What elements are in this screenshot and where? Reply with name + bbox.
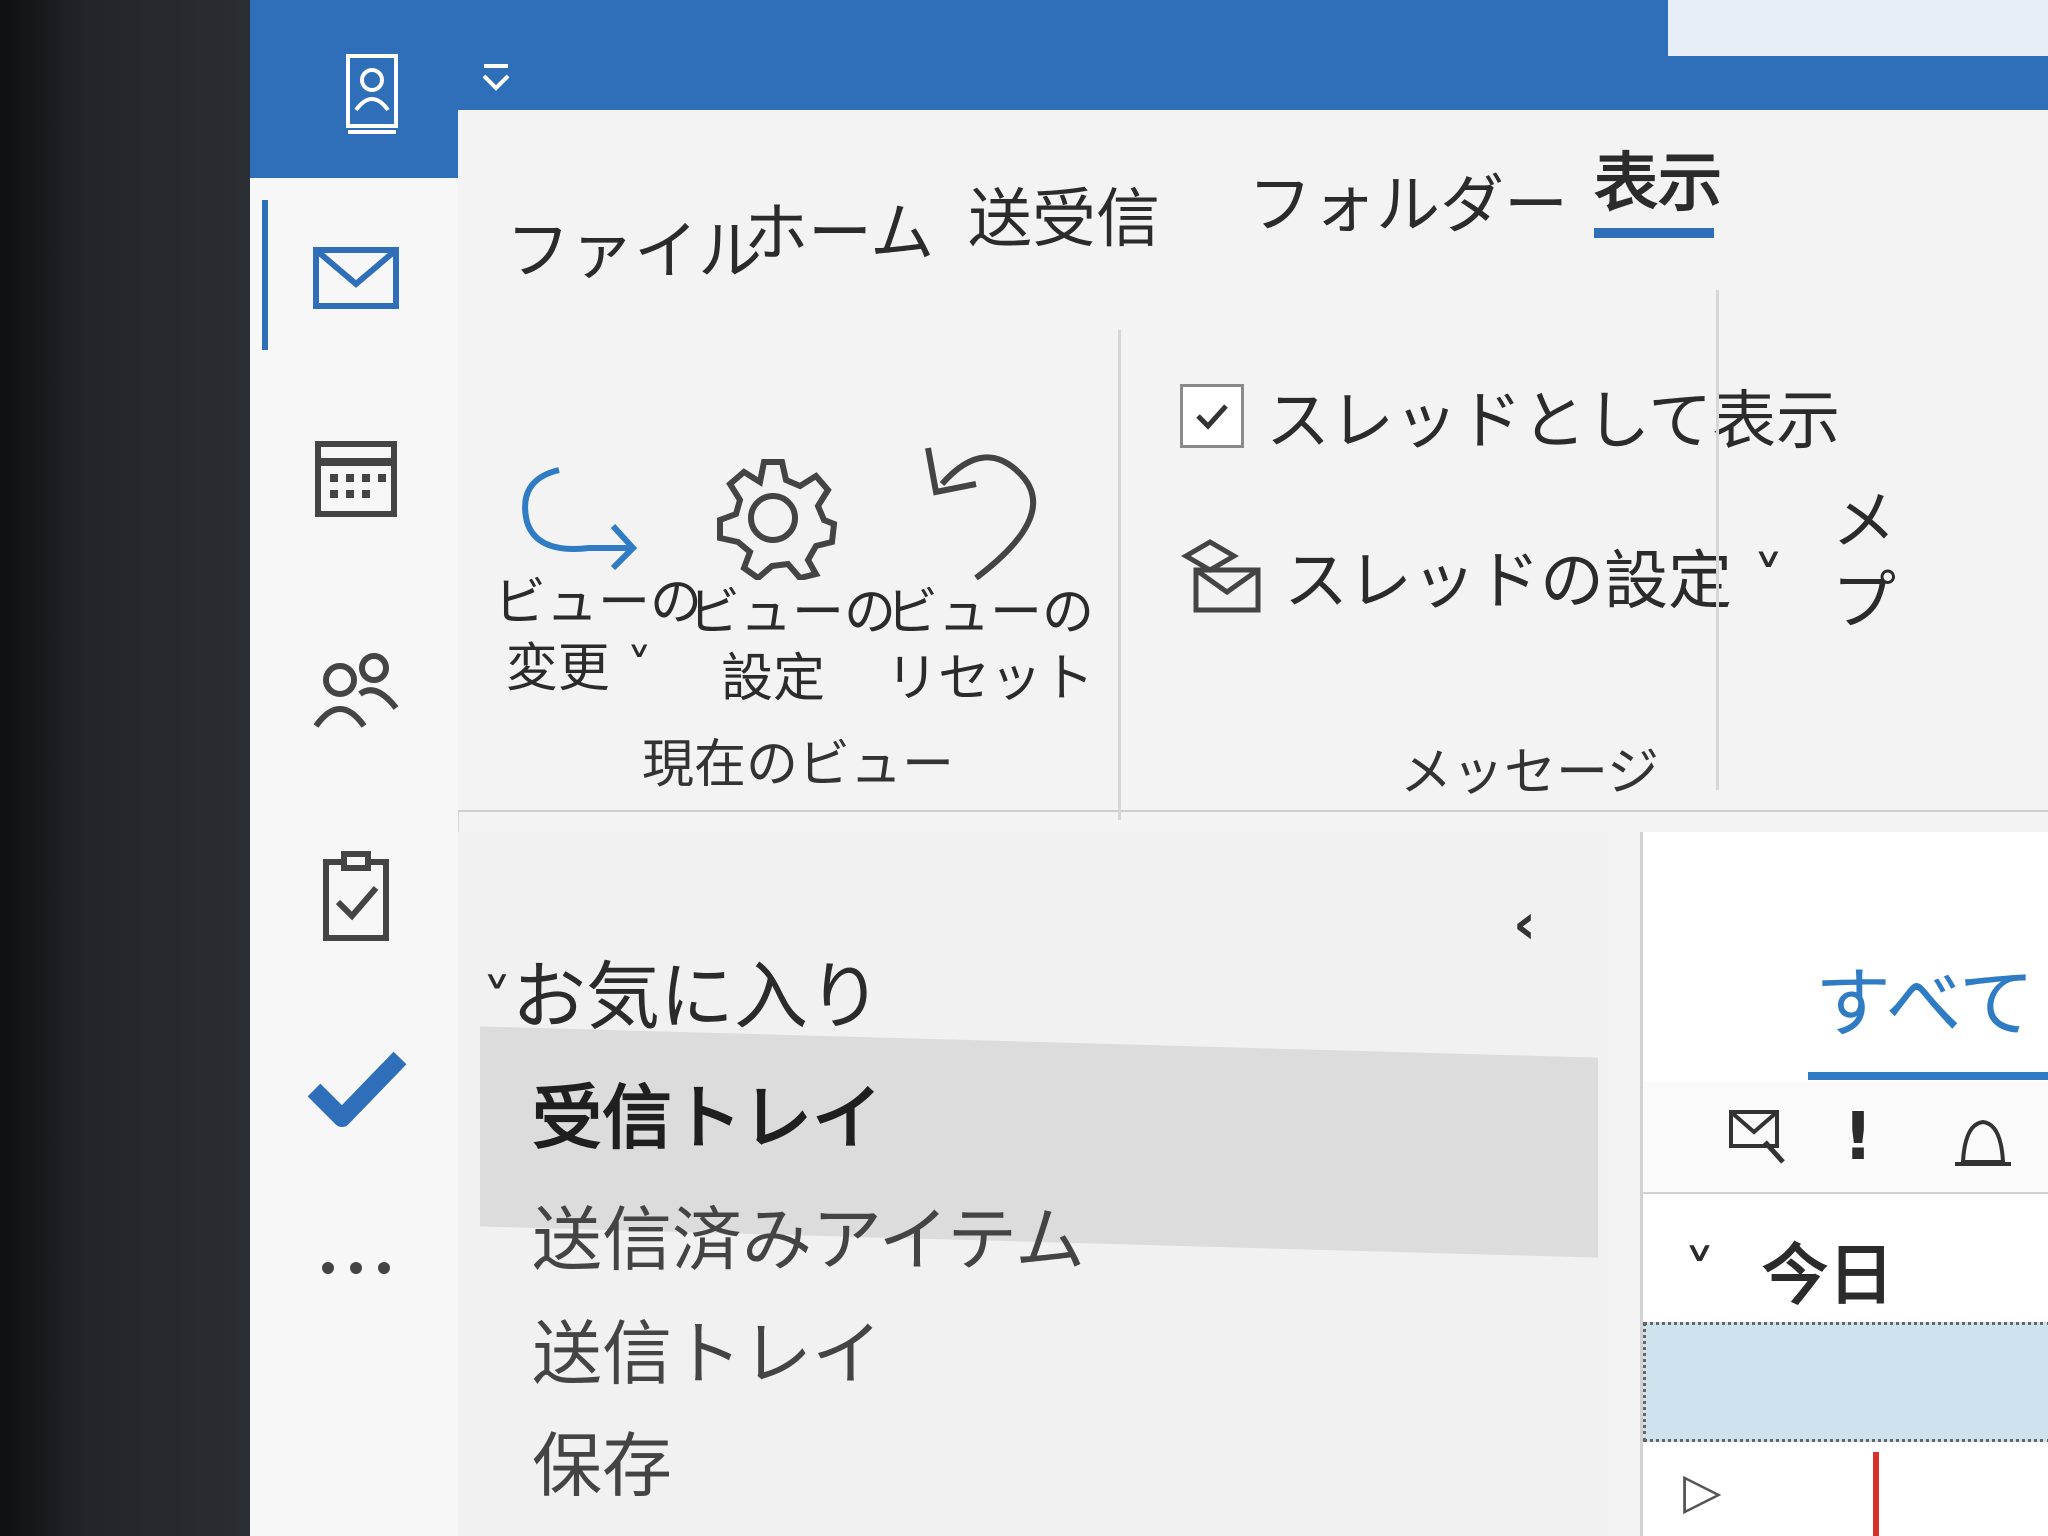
folder-pane: ‹ ˅お気に入り 受信トレイ 送信済みアイテム 送信トレイ 保存: [458, 832, 1608, 1536]
quick-access-dropdown-icon[interactable]: [476, 60, 516, 100]
folder-item-sent-items[interactable]: 送信済みアイテム: [532, 1184, 1085, 1285]
change-view-label-2: 変更 ˅: [505, 639, 653, 699]
checkmark-icon: [1196, 404, 1228, 430]
change-view-label-1: ビューの: [494, 573, 703, 633]
change-view-button[interactable]: ビューの 変更 ˅: [494, 450, 703, 702]
reset-view-icon: [925, 447, 1036, 580]
importance-flag-mark: [1873, 1452, 1879, 1536]
monitor-bezel: [0, 0, 250, 1536]
group-label-current-view: 現在のビュー: [642, 735, 955, 795]
group-separator: [1716, 290, 1719, 790]
tab-folder[interactable]: フォルダー: [1248, 154, 1568, 246]
filter-all-tab[interactable]: すべて: [1815, 942, 2035, 1052]
search-box[interactable]: [1668, 0, 2048, 56]
message-row[interactable]: ▷: [1643, 1452, 2048, 1536]
ribbon-tabs: ファイル ホーム 送受信 フォルダー 表示: [458, 110, 2048, 289]
group-today-label: 今日: [1761, 1237, 1894, 1314]
tab-home[interactable]: ホーム: [744, 182, 934, 274]
folder-item-inbox[interactable]: 受信トレイ: [532, 1062, 882, 1163]
favorites-label: お気に入り: [512, 954, 882, 1040]
tasks-icon[interactable]: [306, 846, 406, 946]
show-as-conversations-label: スレッドとして表示: [1266, 385, 1841, 459]
filter-underline: [1808, 1072, 2048, 1080]
group-header-today[interactable]: ˅ 今日: [1683, 1222, 1894, 1318]
group-separator: [1118, 330, 1121, 820]
active-tab-underline: [1594, 228, 1714, 238]
importance-icon[interactable]: !: [1843, 1098, 1873, 1175]
folder-item-archive[interactable]: 保存: [532, 1410, 672, 1511]
tab-view[interactable]: 表示: [1594, 132, 1722, 224]
conversation-settings-label: スレッドの設定 ˅: [1284, 545, 1785, 619]
ribbon: ファイル ホーム 送受信 フォルダー 表示 ビューの 変更 ˅ ビューの 設定 …: [458, 110, 2048, 820]
reminder-bell-icon[interactable]: [1943, 1108, 2023, 1178]
chevron-down-icon: ˅: [1683, 1237, 1716, 1314]
ribbon-body: ビューの 変更 ˅ ビューの 設定 ビューの リセット 現在のビュー スレッドと…: [458, 290, 2048, 820]
view-settings-label-1: ビューの: [688, 583, 897, 643]
collapse-pane-icon[interactable]: ‹: [1513, 892, 1536, 957]
tab-file[interactable]: ファイル: [506, 200, 762, 292]
conversation-settings-icon: [1181, 539, 1261, 613]
calendar-icon[interactable]: [306, 426, 406, 526]
show-as-conversations-checkbox[interactable]: [1180, 384, 1244, 448]
view-settings-label-2: 設定: [720, 649, 825, 709]
folder-item-outbox[interactable]: 送信トレイ: [532, 1298, 882, 1399]
group-label-messages: メッセージ: [1400, 743, 1659, 803]
expand-arrow-icon[interactable]: ▷: [1683, 1462, 1721, 1520]
message-row-selected[interactable]: [1643, 1322, 2048, 1442]
reset-view-label-2: リセット: [886, 649, 1095, 709]
next-group-label-partial-1: メ: [1832, 485, 1896, 559]
mail-icon[interactable]: [306, 228, 406, 328]
todo-check-icon[interactable]: [306, 1038, 407, 1138]
nav-active-indicator: [262, 200, 268, 350]
tab-send-receive[interactable]: 送受信: [968, 168, 1160, 260]
outlook-window: ファイル ホーム 送受信 フォルダー 表示 ビューの 変更 ˅ ビューの 設定 …: [250, 0, 2048, 1536]
reset-view-button[interactable]: ビューの リセット: [886, 440, 1095, 712]
nav-rail: [250, 178, 459, 1536]
reset-view-label-1: ビューの: [886, 583, 1095, 643]
people-icon[interactable]: [306, 638, 406, 738]
change-view-icon: [522, 467, 638, 570]
more-icon[interactable]: [306, 1238, 406, 1338]
show-as-conversations-toggle[interactable]: スレッドとして表示: [1180, 370, 1840, 462]
gear-icon: [717, 459, 838, 580]
address-book-icon[interactable]: [342, 50, 402, 140]
message-list: すべて ! ˅ 今日 ▷: [1640, 832, 2048, 1536]
column-header-row: !: [1643, 1082, 2048, 1194]
envelope-status-icon[interactable]: [1725, 1102, 1795, 1172]
conversation-settings-button[interactable]: スレッドの設定 ˅: [1180, 530, 1784, 622]
view-settings-button[interactable]: ビューの 設定: [688, 450, 897, 712]
next-group-label-partial-2: プ: [1832, 565, 1896, 639]
